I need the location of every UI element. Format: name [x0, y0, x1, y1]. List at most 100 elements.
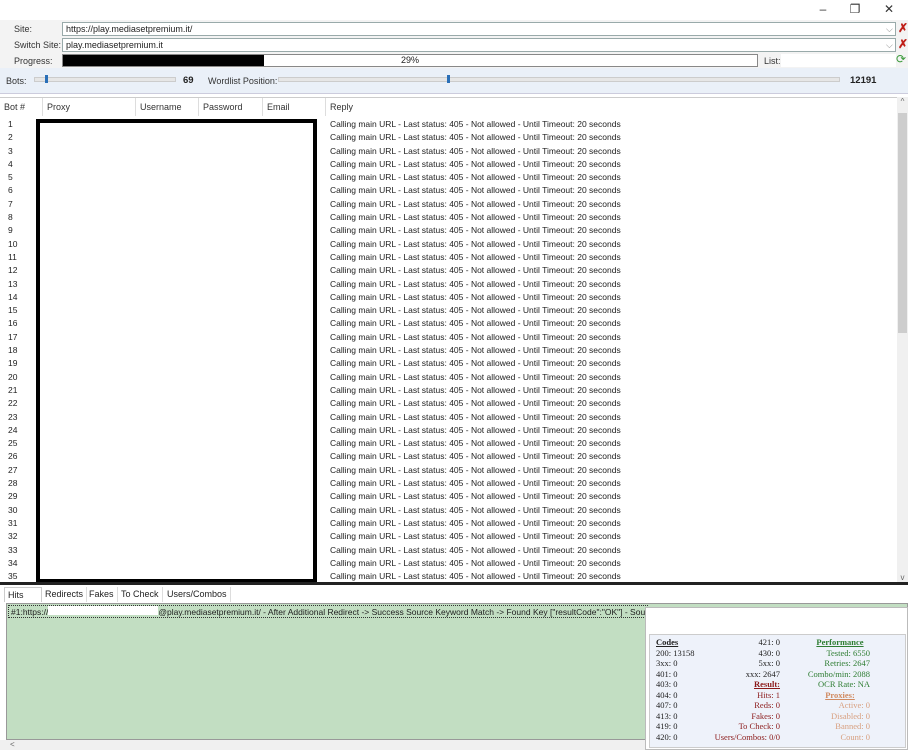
scroll-thumb[interactable]	[898, 113, 907, 333]
list-field[interactable]	[781, 54, 896, 67]
bot-number: 23	[8, 411, 18, 422]
reply-text: Calling main URL - Last status: 405 - No…	[330, 371, 621, 382]
code-stat: 407: 0	[656, 700, 678, 710]
switch-site-label: Switch Site:	[14, 40, 62, 50]
reply-text: Calling main URL - Last status: 405 - No…	[330, 531, 621, 542]
bot-number: 24	[8, 424, 18, 435]
bot-number: 12	[8, 265, 18, 276]
bot-number: 13	[8, 278, 18, 289]
chevron-down-icon[interactable]: ⌵	[886, 40, 893, 51]
reply-text: Calling main URL - Last status: 405 - No…	[330, 265, 621, 276]
bot-number: 28	[8, 478, 18, 489]
code-stat: 5xx: 0	[758, 658, 781, 668]
site-label: Site:	[14, 24, 33, 34]
bot-number: 10	[8, 238, 18, 249]
reply-text: Calling main URL - Last status: 405 - No…	[330, 424, 621, 435]
bot-number: 34	[8, 557, 18, 568]
bots-value: 69	[183, 75, 194, 86]
bot-number: 5	[8, 172, 13, 183]
reply-text: Calling main URL - Last status: 405 - No…	[330, 158, 621, 169]
site-input[interactable]: https://play.mediasetpremium.it/	[62, 22, 896, 36]
table-scrollbar[interactable]: ^ v	[897, 97, 908, 582]
bots-table: Bot # Proxy Username Password Email Repl…	[0, 97, 897, 583]
proxy-stat: Banned: 0	[835, 721, 870, 731]
reply-text: Calling main URL - Last status: 405 - No…	[330, 517, 621, 528]
bot-number: 19	[8, 358, 18, 369]
horizontal-scrollbar[interactable]: <	[0, 740, 645, 750]
column-header-email[interactable]: Email	[263, 98, 326, 116]
bot-number: 1	[8, 119, 13, 129]
bot-number: 32	[8, 531, 18, 542]
performance-stat: OCR Rate: NA	[818, 679, 870, 689]
code-stat: 3xx: 0	[656, 658, 678, 668]
tab-redirects[interactable]: Redirects	[42, 587, 88, 602]
reply-text: Calling main URL - Last status: 405 - No…	[330, 411, 621, 422]
stats-panel: Codes 200: 13158 3xx: 0 401: 0 403: 0 404: 0…	[645, 607, 908, 750]
reply-text: Calling main URL - Last status: 405 - No…	[330, 331, 621, 342]
wordlist-value: 12191	[850, 75, 877, 86]
tab-hits[interactable]: Hits	[4, 587, 42, 602]
bot-number: 16	[8, 318, 18, 329]
bot-number: 27	[8, 464, 18, 475]
progress-bar: 29%	[62, 54, 758, 67]
codes-title: Codes	[656, 637, 679, 647]
bots-slider-thumb[interactable]	[44, 75, 48, 83]
bot-number: 33	[8, 544, 18, 555]
proxy-stat: Count: 0	[840, 731, 870, 742]
divider	[0, 582, 908, 585]
code-stat: 403: 0	[656, 679, 678, 689]
reply-text: Calling main URL - Last status: 405 - No…	[330, 172, 621, 183]
bot-number: 14	[8, 291, 18, 302]
column-header-reply[interactable]: Reply	[326, 98, 897, 116]
clear-switch-site-icon[interactable]: ✗	[898, 37, 908, 51]
progress-text: 29%	[400, 55, 419, 65]
reply-text: Calling main URL - Last status: 405 - No…	[330, 504, 621, 515]
column-header-password[interactable]: Password	[199, 98, 263, 116]
wordlist-slider-thumb[interactable]	[447, 75, 450, 83]
column-header-proxy[interactable]: Proxy	[43, 98, 136, 116]
reply-text: Calling main URL - Last status: 405 - No…	[330, 398, 621, 409]
bot-number: 2	[8, 132, 13, 143]
chevron-down-icon[interactable]: ⌵	[886, 24, 893, 35]
tab-bar: Hits Redirects Fakes To Check Users/Comb…	[0, 586, 908, 602]
reply-text: Calling main URL - Last status: 405 - No…	[330, 438, 621, 449]
switch-site-input[interactable]: play.mediasetpremium.it	[62, 38, 896, 52]
close-button[interactable]: ✕	[874, 2, 904, 18]
tab-fakes[interactable]: Fakes	[86, 587, 118, 602]
restore-button[interactable]: ❐	[840, 2, 870, 18]
result-stat: Reds: 0	[754, 700, 780, 710]
tab-users-combos[interactable]: Users/Combos	[164, 587, 231, 602]
wordlist-label: Wordlist Position:	[208, 76, 278, 86]
clear-site-icon[interactable]: ✗	[898, 21, 908, 35]
bot-number: 18	[8, 345, 18, 356]
reply-text: Calling main URL - Last status: 405 - No…	[330, 305, 621, 316]
minimize-button[interactable]: –	[808, 2, 838, 18]
code-stat: xxx: 2647	[745, 668, 780, 679]
tab-to-check[interactable]: To Check	[118, 587, 163, 602]
column-header-username[interactable]: Username	[136, 98, 199, 116]
reply-text: Calling main URL - Last status: 405 - No…	[330, 345, 621, 356]
code-stat: 404: 0	[656, 689, 678, 700]
hit-item[interactable]: #1:https:// @play.mediasetpremium.it/ - A…	[8, 605, 649, 618]
column-header-bot[interactable]: Bot #	[0, 98, 43, 116]
performance-stat: Tested: 6550	[826, 647, 870, 658]
bots-slider[interactable]	[34, 75, 176, 83]
refresh-icon[interactable]: ⟳	[896, 52, 906, 66]
reply-text: Calling main URL - Last status: 405 - No…	[330, 478, 621, 489]
code-stat: 421: 0	[758, 637, 781, 647]
reply-text: Calling main URL - Last status: 405 - No…	[330, 291, 621, 302]
codes-column: Codes 200: 13158 3xx: 0 401: 0 403: 0 404: 0…	[656, 637, 695, 742]
performance-title: Performance	[816, 637, 864, 647]
bot-number: 17	[8, 331, 18, 342]
bot-number: 8	[8, 212, 13, 223]
result-stat: Hits: 1	[757, 689, 780, 700]
bot-number: 7	[8, 198, 13, 209]
reply-text: Calling main URL - Last status: 405 - No…	[330, 451, 621, 462]
reply-text: Calling main URL - Last status: 405 - No…	[330, 491, 621, 502]
reply-text: Calling main URL - Last status: 405 - No…	[330, 557, 621, 568]
performance-column: Performance Tested: 6550 Retries: 2647 Com…	[790, 637, 870, 742]
bot-number: 30	[8, 504, 18, 515]
hit-details: @play.mediasetpremium.it/ - After Additi…	[158, 607, 646, 617]
wordlist-slider[interactable]	[278, 75, 840, 83]
reply-text: Calling main URL - Last status: 405 - No…	[330, 145, 621, 156]
